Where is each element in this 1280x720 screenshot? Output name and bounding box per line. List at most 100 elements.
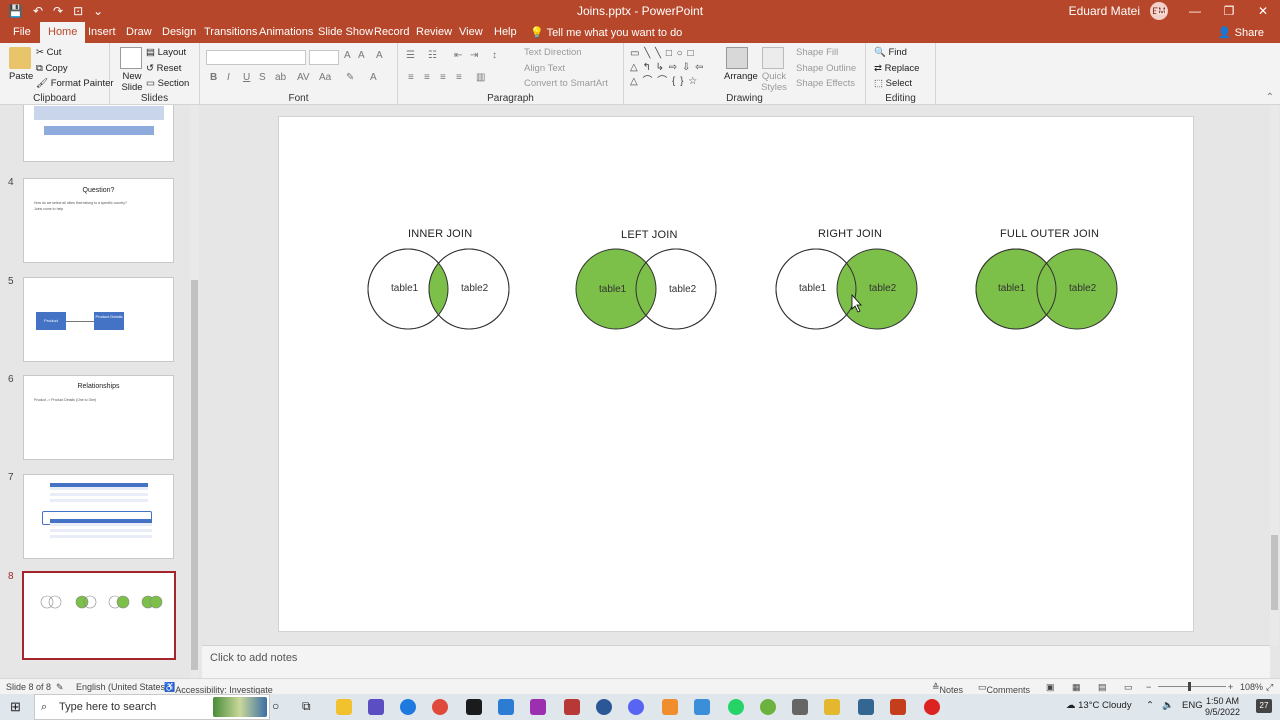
smartart-button[interactable]: Convert to SmartArt [524,78,608,89]
indent-increase-icon[interactable]: ⇥ [470,50,478,61]
zoom-level[interactable]: 108% [1240,682,1263,692]
layout-button[interactable]: ▤ Layout [146,47,186,58]
scrollbar-thumb[interactable] [1271,535,1278,610]
comments-toggle[interactable]: ▭ Comments [978,682,1030,695]
language-indicator[interactable]: ENG [1182,700,1203,711]
columns-icon[interactable]: ▥ [476,72,485,83]
zoom-in-icon[interactable]: + [1228,682,1233,692]
slide-thumbnail-7[interactable] [23,474,174,559]
editor-scrollbar[interactable] [1270,105,1279,645]
align-text-button[interactable]: Align Text [524,63,565,74]
tray-arrow-icon[interactable]: ⌃ [1146,700,1154,711]
cut-button[interactable]: ✂ Cut [36,47,61,58]
shape-effects-button[interactable]: Shape Effects [796,78,855,89]
ribbon-display-icon[interactable]: ▭ [1144,0,1178,22]
chrome-icon[interactable] [432,699,448,715]
normal-view-icon[interactable]: ▣ [1046,682,1055,693]
tab-draw[interactable]: Draw [126,26,152,38]
windows-start-icon[interactable]: ⊞ [10,699,21,715]
file-explorer-icon[interactable] [336,699,352,715]
fit-slide-icon[interactable]: ⤢ [1266,682,1273,693]
arrange-icon[interactable] [726,47,748,69]
notes-pane[interactable]: Click to add notes [202,645,1270,678]
spellcheck-icon[interactable]: ✎ [56,682,64,693]
slide-canvas[interactable]: INNER JOIN LEFT JOIN RIGHT JOIN FULL OUT… [278,116,1194,632]
zoom-slider[interactable] [1158,686,1226,687]
bullets-icon[interactable]: ☰ [406,50,415,61]
font-size-dropdown[interactable] [309,50,339,65]
strikethrough-icon[interactable]: ab [275,72,286,83]
edge-icon[interactable] [400,699,416,715]
thumbnail-scrollbar[interactable] [190,105,199,678]
minimize-icon[interactable]: — [1178,0,1212,22]
whatsapp-icon[interactable] [728,699,744,715]
paste-icon[interactable] [9,47,31,69]
notes-placeholder[interactable]: Click to add notes [210,652,297,664]
font-name-dropdown[interactable] [206,50,306,65]
scrollbar-thumb[interactable] [191,280,198,670]
close-icon[interactable]: ✕ [1246,0,1280,22]
accessibility-status[interactable]: ♿ Accessibility: Investigate [164,682,273,695]
increase-font-icon[interactable]: A [344,50,351,61]
section-button[interactable]: ▭ Section [146,78,189,89]
font-color-icon[interactable]: A [370,72,377,83]
utorrent-icon[interactable] [760,699,776,715]
slideshow-start-icon[interactable]: ⊡ [73,3,83,19]
indent-decrease-icon[interactable]: ⇤ [454,50,462,61]
undo-icon[interactable]: ↶ [33,3,43,19]
discord-icon[interactable] [628,699,644,715]
save-icon[interactable]: 💾 [8,3,23,19]
line-spacing-icon[interactable]: ↕ [492,50,497,61]
app-icon[interactable] [662,699,678,715]
weather-widget[interactable]: ☁ 13°C Cloudy [1066,700,1132,711]
slide-thumbnail-6[interactable]: Relationships Product -> Product Details… [23,375,174,460]
format-painter-button[interactable]: 🖌 Format Painter [36,78,114,89]
bold-icon[interactable]: B [210,72,217,83]
new-slide-icon[interactable] [120,47,142,69]
calculator-icon[interactable] [792,699,808,715]
paste-button[interactable]: Paste [9,71,33,82]
tab-help[interactable]: Help [494,26,517,38]
copy-button[interactable]: ⧉ Copy [36,63,68,74]
tab-design[interactable]: Design [162,26,196,38]
shape-fill-button[interactable]: Shape Fill [796,47,838,58]
notification-badge[interactable]: 27 [1256,699,1272,713]
quick-styles-button[interactable]: Quick Styles [758,71,790,93]
user-name[interactable]: Eduard Matei [1069,4,1140,18]
language-status[interactable]: English (United States) [76,682,168,692]
volume-icon[interactable]: 🔈 [1162,700,1174,711]
arrange-button[interactable]: Arrange [724,71,758,82]
reading-view-icon[interactable]: ▤ [1098,682,1107,693]
shapes-gallery[interactable]: ▭ ╲ ╲ □ ○ □ △ ↰ ↳ ⇨ ⇩ ⇦ △ ⌒ ⌒ { } ☆ [630,47,716,89]
quick-styles-icon[interactable] [762,47,784,69]
slide-sorter-icon[interactable]: ▦ [1072,682,1081,693]
reset-button[interactable]: ↺ Reset [146,63,181,74]
numbering-icon[interactable]: ☷ [428,50,437,61]
zoom-out-icon[interactable]: − [1146,682,1151,692]
slide-thumbnail-3[interactable] [23,105,174,162]
align-right-icon[interactable]: ≡ [440,72,446,83]
slide-thumbnail-8[interactable] [22,571,176,660]
taskbar-clock[interactable]: 1:50 AM 9/5/2022 [1205,696,1240,718]
tab-view[interactable]: View [459,26,483,38]
highlight-icon[interactable]: ✎ [346,72,354,83]
rider-icon[interactable] [466,699,482,715]
slack-icon[interactable] [824,699,840,715]
slideshow-view-icon[interactable]: ▭ [1124,682,1133,693]
align-center-icon[interactable]: ≡ [424,72,430,83]
slide-thumbnail-5[interactable]: Product Product Details [23,277,174,362]
notes-toggle[interactable]: ≙ Notes [932,682,963,695]
customize-qat-icon[interactable]: ⌄ [93,3,103,19]
share-button[interactable]: 👤 Share [1218,26,1264,39]
app-icon[interactable] [564,699,580,715]
spacing-icon[interactable]: AV [297,72,310,83]
select-button[interactable]: ⬚ Select [874,78,912,89]
cortana-icon[interactable]: ○ [272,699,279,713]
tab-insert[interactable]: Insert [88,26,116,38]
shape-outline-button[interactable]: Shape Outline [796,63,856,74]
italic-icon[interactable]: I [227,72,230,83]
app-icon[interactable] [368,699,384,715]
taskbar-search[interactable]: ⌕ Type here to search [34,694,270,720]
tell-me-search[interactable]: 💡 Tell me what you want to do [530,26,682,39]
app-icon[interactable] [694,699,710,715]
